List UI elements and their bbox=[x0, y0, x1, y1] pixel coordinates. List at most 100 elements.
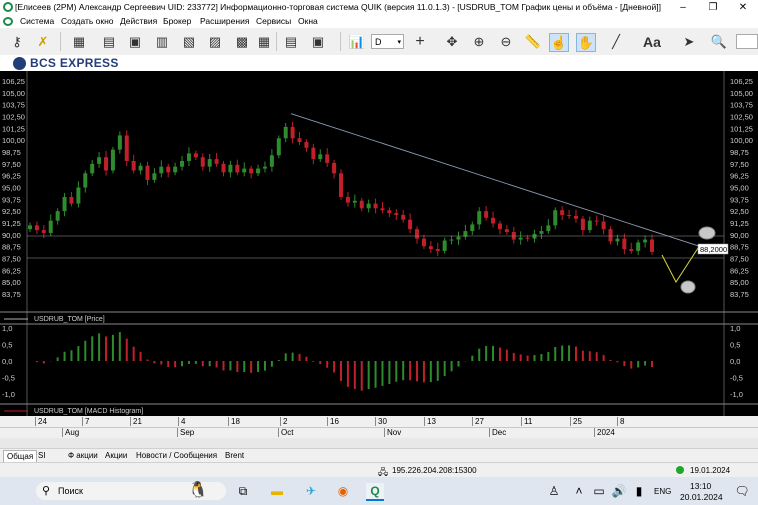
export-icon[interactable]: ▦ bbox=[255, 33, 273, 50]
chart-window-icon[interactable]: ▤ bbox=[100, 33, 118, 50]
candle-body bbox=[401, 214, 406, 220]
network-icon[interactable]: ▭ bbox=[590, 483, 608, 499]
chevron-up-icon[interactable]: ˄ bbox=[570, 483, 588, 499]
clock-time[interactable]: 13:10 bbox=[690, 481, 711, 491]
penguin-widget-icon[interactable]: 🐧 bbox=[188, 480, 208, 500]
chart-scrollbar[interactable] bbox=[0, 438, 758, 448]
quotes-window-icon[interactable]: ▥ bbox=[153, 33, 171, 50]
macd-tick-label-right: -1,0 bbox=[730, 390, 743, 399]
month-tick-label: Sep bbox=[177, 428, 194, 437]
period-select[interactable]: D ▾ bbox=[371, 34, 404, 49]
month-row: Aug Sep Oct Nov Dec 2024 bbox=[0, 427, 758, 438]
language-indicator[interactable]: ENG bbox=[654, 487, 671, 496]
candle-body bbox=[97, 157, 102, 164]
ruler-icon[interactable]: 📏 bbox=[524, 33, 542, 50]
menu-services[interactable]: Сервисы bbox=[256, 16, 291, 26]
macd-tick-label-right: 1,0 bbox=[730, 324, 740, 333]
line-tool-icon[interactable]: ╱ bbox=[607, 33, 625, 50]
candle-body bbox=[456, 236, 461, 240]
zoom-out-icon[interactable]: ⊖ bbox=[497, 33, 515, 50]
candle-body bbox=[131, 160, 136, 171]
hand-pointer-icon[interactable]: ☝ bbox=[549, 33, 569, 52]
candle-body bbox=[262, 166, 267, 169]
edit-table-icon[interactable]: ▧ bbox=[180, 33, 198, 50]
price-tick-label-right: 103,75 bbox=[730, 101, 753, 110]
settings-table-icon[interactable]: ▨ bbox=[206, 33, 224, 50]
quik-app-icon bbox=[3, 2, 13, 12]
drawing-marker-ellipse bbox=[698, 226, 716, 240]
status-bar: 🖧 195.226.204.208:15300 19.01.2024 bbox=[0, 462, 758, 478]
task-view-icon[interactable]: ⧉ bbox=[234, 483, 252, 499]
minimize-button[interactable]: – bbox=[668, 0, 698, 15]
price-tick-label-left: 100,00 bbox=[2, 136, 25, 145]
arrow-tool-icon[interactable]: ➤ bbox=[680, 33, 698, 50]
menu-create-window[interactable]: Создать окно bbox=[61, 16, 114, 26]
delete-table-icon[interactable]: ▩ bbox=[233, 33, 251, 50]
tab-shares[interactable]: Акции bbox=[102, 450, 130, 462]
file-explorer-icon[interactable]: ▬ bbox=[268, 483, 286, 499]
toolbar-separator bbox=[340, 32, 341, 51]
tab-news[interactable]: Новости / Сообщения bbox=[133, 450, 220, 462]
menu-broker[interactable]: Брокер bbox=[163, 16, 191, 26]
bcs-logo-icon bbox=[13, 57, 26, 70]
candle-body bbox=[366, 203, 371, 209]
person-icon[interactable]: ♙ bbox=[545, 483, 563, 499]
menu-actions[interactable]: Действия bbox=[120, 16, 157, 26]
tab-brent[interactable]: Brent bbox=[222, 450, 247, 462]
price-tick-label-right: 90,00 bbox=[730, 231, 749, 240]
windows-start-icon[interactable] bbox=[10, 484, 24, 498]
new-table-icon[interactable]: ▦ bbox=[70, 33, 88, 50]
text-tool-icon[interactable]: Aa bbox=[641, 33, 663, 50]
disconnect-key-icon[interactable]: ✗ bbox=[34, 33, 52, 50]
price-tick-label-right: 102,50 bbox=[730, 113, 753, 122]
tab-si[interactable]: SI bbox=[35, 450, 49, 462]
date-tick-label: 8 bbox=[617, 417, 624, 426]
candle-body bbox=[608, 229, 613, 242]
move-icon[interactable]: ✥ bbox=[443, 33, 461, 50]
price-tick-label-left: 96,25 bbox=[2, 172, 21, 181]
candle-body bbox=[55, 211, 60, 221]
candle-body bbox=[629, 249, 634, 251]
clock-date[interactable]: 20.01.2024 bbox=[680, 492, 723, 502]
windows-taskbar: ⚲ Поиск 🐧 ⧉ ▬ ✈ ◉ Q ♙ ˄ ▭ 🔊 ▮ ENG 13:10 … bbox=[0, 477, 758, 505]
candle-body bbox=[117, 135, 122, 150]
orders-window-icon[interactable]: ▣ bbox=[126, 33, 144, 50]
firefox-icon[interactable]: ◉ bbox=[334, 483, 352, 499]
notifications-icon[interactable]: 🗨 bbox=[733, 483, 751, 499]
key-icon[interactable]: ⚷ bbox=[8, 33, 26, 50]
candle-body bbox=[408, 219, 413, 230]
price-chart-svg[interactable]: 106,25 105,00 103,75 102,50 101,25 100,00 98,7… bbox=[0, 71, 758, 416]
candle-body bbox=[325, 154, 330, 163]
hand-grab-icon[interactable]: ✋ bbox=[576, 33, 596, 52]
menu-windows[interactable]: Окна bbox=[298, 16, 318, 26]
chart-area[interactable]: 106,25 105,00 103,75 102,50 101,25 100,00 98,7… bbox=[0, 71, 758, 416]
candle-body bbox=[352, 200, 357, 203]
close-button[interactable]: ✕ bbox=[728, 0, 758, 15]
print-icon[interactable]: ▤ bbox=[282, 33, 300, 50]
maximize-button[interactable]: ❐ bbox=[698, 0, 728, 15]
quik-menu-icon[interactable] bbox=[3, 17, 13, 26]
candle-body bbox=[256, 168, 261, 174]
candle-body bbox=[110, 149, 115, 171]
date-tick-label: 4 bbox=[178, 417, 185, 426]
quik-taskbar-icon[interactable]: Q bbox=[366, 483, 384, 501]
search-icon[interactable]: 🔍 bbox=[710, 33, 728, 50]
taskbar-search-box[interactable]: ⚲ Поиск 🐧 bbox=[36, 482, 226, 500]
window-title: [Елисеев (2PM) Александр Сергеевич UID: … bbox=[15, 2, 661, 12]
date-tick-label: 16 bbox=[327, 417, 339, 426]
menu-system[interactable]: Система bbox=[20, 16, 54, 26]
menu-extensions[interactable]: Расширения bbox=[200, 16, 249, 26]
speaker-icon[interactable]: 🔊 bbox=[610, 483, 628, 499]
crosshair-icon[interactable]: + bbox=[411, 33, 429, 50]
date-tick-label: 18 bbox=[228, 417, 240, 426]
search-field[interactable] bbox=[736, 34, 758, 49]
chart-bars-icon[interactable]: 📊 bbox=[348, 33, 366, 50]
candle-body bbox=[228, 164, 233, 173]
battery-icon[interactable]: ▮ bbox=[630, 483, 648, 499]
print-settings-icon[interactable]: ▣ bbox=[309, 33, 327, 50]
tab-f-shares[interactable]: Ф акции bbox=[65, 450, 101, 462]
zoom-in-icon[interactable]: ⊕ bbox=[470, 33, 488, 50]
candle-body bbox=[539, 231, 544, 234]
macd-tick-label-right: 0,5 bbox=[730, 341, 740, 350]
telegram-icon[interactable]: ✈ bbox=[302, 483, 320, 499]
